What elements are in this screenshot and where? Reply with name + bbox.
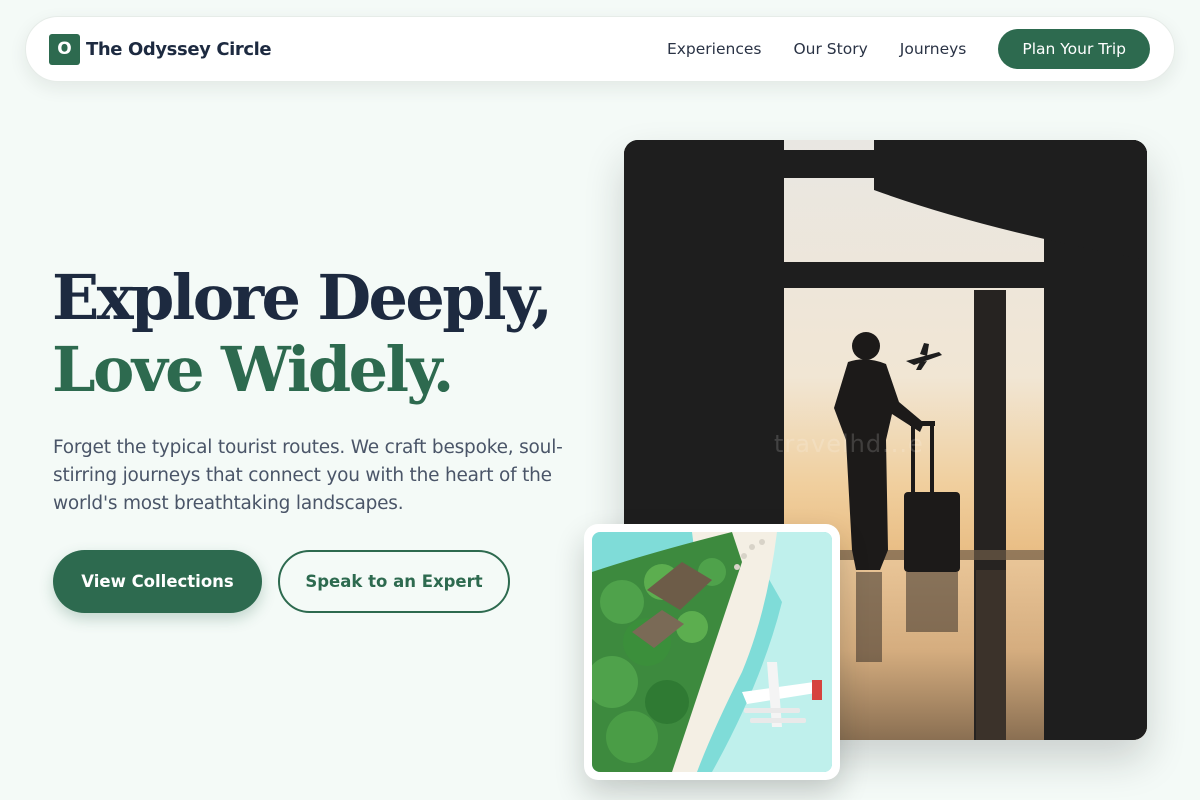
tropical-beach-seaplane-image	[592, 532, 832, 772]
top-navbar: O The Odyssey Circle Experiences Our Sto…	[25, 16, 1175, 82]
hero-subtitle: Forget the typical tourist routes. We cr…	[53, 437, 563, 514]
nav-link-our-story[interactable]: Our Story	[793, 40, 867, 58]
hero-title-line1: Explore Deeply,	[52, 261, 553, 334]
view-collections-button[interactable]: View Collections	[53, 550, 262, 613]
hero-title-line2: Love Widely.	[52, 333, 454, 406]
plan-your-trip-button[interactable]: Plan Your Trip	[998, 29, 1150, 69]
hero-title: Explore Deeply, Love Widely.	[52, 262, 612, 406]
brand-logo[interactable]: O The Odyssey Circle	[49, 33, 272, 65]
tropical-beach-graphic	[592, 532, 832, 772]
nav-link-journeys[interactable]: Journeys	[900, 40, 967, 58]
nav-links: Experiences Our Story Journeys Plan Your…	[667, 29, 1150, 69]
image-watermark: travelhd...e	[774, 430, 924, 458]
inset-image-card	[584, 524, 840, 780]
nav-link-experiences[interactable]: Experiences	[667, 40, 762, 58]
brand-name: The Odyssey Circle	[86, 38, 272, 60]
speak-to-expert-button[interactable]: Speak to an Expert	[278, 550, 510, 613]
brand-mark-icon: O	[49, 33, 80, 65]
page: O The Odyssey Circle Experiences Our Sto…	[0, 0, 1200, 800]
